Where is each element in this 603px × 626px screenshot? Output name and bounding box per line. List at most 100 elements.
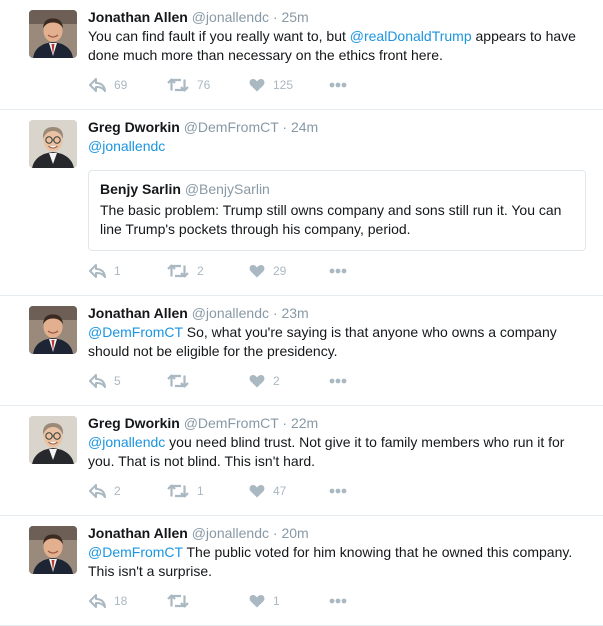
separator-dot: ·: [282, 119, 288, 135]
more-button[interactable]: [329, 262, 347, 280]
tweet-actions: 69 76 125: [88, 65, 603, 109]
reply-count: 5: [114, 374, 121, 388]
author-handle[interactable]: @jonallendc: [192, 305, 269, 321]
heart-icon: [249, 265, 265, 278]
more-icon: [329, 82, 347, 88]
more-button[interactable]: [329, 592, 347, 610]
tweet-actions: 2 1 47: [88, 471, 603, 515]
reply-icon: [89, 594, 106, 608]
retweet-button[interactable]: 2: [167, 262, 204, 280]
reply-button[interactable]: 18: [89, 592, 127, 610]
mention-link[interactable]: @realDonaldTrump: [350, 28, 472, 44]
tweet-header: Greg Dworkin @DemFromCT · 22m: [88, 414, 603, 432]
mention-link[interactable]: @jonallendc: [88, 138, 165, 154]
tweet[interactable]: Jonathan Allen @jonallendc · 20m @DemFro…: [0, 516, 603, 626]
like-button[interactable]: 29: [249, 262, 286, 280]
retweet-button[interactable]: 76: [167, 76, 210, 94]
avatar[interactable]: [29, 120, 77, 168]
like-button[interactable]: 47: [249, 482, 286, 500]
tweet-header: Jonathan Allen @jonallendc · 20m: [88, 524, 603, 542]
tweet[interactable]: Greg Dworkin @DemFromCT · 24m @jonallend…: [0, 110, 603, 296]
more-icon: [329, 268, 347, 274]
retweet-button[interactable]: 1: [167, 482, 204, 500]
quoted-tweet-text: The basic problem: Trump still owns comp…: [100, 202, 562, 237]
mention-link[interactable]: @DemFromCT: [88, 324, 183, 340]
avatar[interactable]: [29, 306, 77, 354]
separator-dot: ·: [272, 525, 278, 541]
quoted-author-name[interactable]: Benjy Sarlin: [100, 181, 181, 197]
reply-button[interactable]: 2: [89, 482, 121, 500]
more-button[interactable]: [329, 482, 347, 500]
author-name[interactable]: Jonathan Allen: [88, 305, 188, 321]
mention-link[interactable]: @DemFromCT: [88, 544, 183, 560]
more-button[interactable]: [329, 372, 347, 390]
reply-icon: [89, 264, 106, 278]
reply-button[interactable]: 1: [89, 262, 121, 280]
avatar-photo: [29, 306, 77, 354]
reply-icon: [89, 484, 106, 498]
tweet-header: Greg Dworkin @DemFromCT · 24m: [88, 118, 603, 136]
author-handle[interactable]: @DemFromCT: [184, 415, 279, 431]
like-count: 1: [273, 594, 280, 608]
more-icon: [329, 488, 347, 494]
like-count: 29: [273, 264, 287, 278]
tweet-header: Jonathan Allen @jonallendc · 23m: [88, 304, 603, 322]
avatar-photo: [29, 526, 77, 574]
avatar-photo: [29, 416, 77, 464]
author-handle[interactable]: @jonallendc: [192, 525, 269, 541]
tweet[interactable]: Jonathan Allen @jonallendc · 23m @DemFro…: [0, 296, 603, 406]
reply-count: 69: [114, 78, 128, 92]
retweet-icon: [167, 78, 189, 92]
like-button[interactable]: 125: [249, 76, 293, 94]
author-handle[interactable]: @DemFromCT: [184, 119, 279, 135]
like-count: 125: [273, 78, 294, 92]
tweet-actions: 1 2 29: [88, 251, 603, 295]
tweet-actions: 5 2: [88, 361, 603, 405]
heart-icon: [249, 79, 265, 92]
mention-link[interactable]: @jonallendc: [88, 434, 165, 450]
author-handle[interactable]: @jonallendc: [192, 9, 269, 25]
author-name[interactable]: Greg Dworkin: [88, 119, 180, 135]
timestamp[interactable]: 24m: [291, 119, 318, 135]
timestamp[interactable]: 25m: [281, 9, 308, 25]
heart-icon: [249, 595, 265, 608]
author-name[interactable]: Jonathan Allen: [88, 525, 188, 541]
like-button[interactable]: 2: [249, 372, 280, 390]
retweet-button[interactable]: [167, 592, 197, 610]
avatar-photo: [29, 10, 77, 58]
avatar-photo: [29, 120, 77, 168]
separator-dot: ·: [272, 9, 278, 25]
timeline: Jonathan Allen @jonallendc · 25m You can…: [0, 0, 603, 626]
tweet[interactable]: Greg Dworkin @DemFromCT · 22m @jonallend…: [0, 406, 603, 516]
avatar[interactable]: [29, 416, 77, 464]
reply-count: 18: [114, 594, 128, 608]
avatar[interactable]: [29, 10, 77, 58]
quoted-tweet[interactable]: Benjy Sarlin @BenjySarlin The basic prob…: [88, 170, 586, 251]
reply-count: 1: [114, 264, 121, 278]
more-button[interactable]: [329, 76, 347, 94]
retweet-icon: [167, 484, 189, 498]
tweet-text: You can find fault if you really want to…: [88, 27, 593, 65]
tweet[interactable]: Jonathan Allen @jonallendc · 25m You can…: [0, 0, 603, 110]
tweet-text: @jonallendc: [88, 137, 593, 156]
avatar[interactable]: [29, 526, 77, 574]
timestamp[interactable]: 20m: [281, 525, 308, 541]
quoted-author-handle[interactable]: @BenjySarlin: [185, 181, 270, 197]
tweet-actions: 18 1: [88, 581, 603, 625]
reply-button[interactable]: 5: [89, 372, 121, 390]
retweet-count: 1: [197, 484, 204, 498]
reply-icon: [89, 374, 106, 388]
author-name[interactable]: Greg Dworkin: [88, 415, 180, 431]
like-button[interactable]: 1: [249, 592, 280, 610]
tweet-text: @DemFromCT So, what you're saying is tha…: [88, 323, 593, 361]
reply-icon: [89, 78, 106, 92]
retweet-button[interactable]: [167, 372, 197, 390]
like-count: 47: [273, 484, 287, 498]
heart-icon: [249, 485, 265, 498]
timestamp[interactable]: 22m: [291, 415, 318, 431]
author-name[interactable]: Jonathan Allen: [88, 9, 188, 25]
more-icon: [329, 378, 347, 384]
more-icon: [329, 598, 347, 604]
timestamp[interactable]: 23m: [281, 305, 308, 321]
reply-button[interactable]: 69: [89, 76, 127, 94]
